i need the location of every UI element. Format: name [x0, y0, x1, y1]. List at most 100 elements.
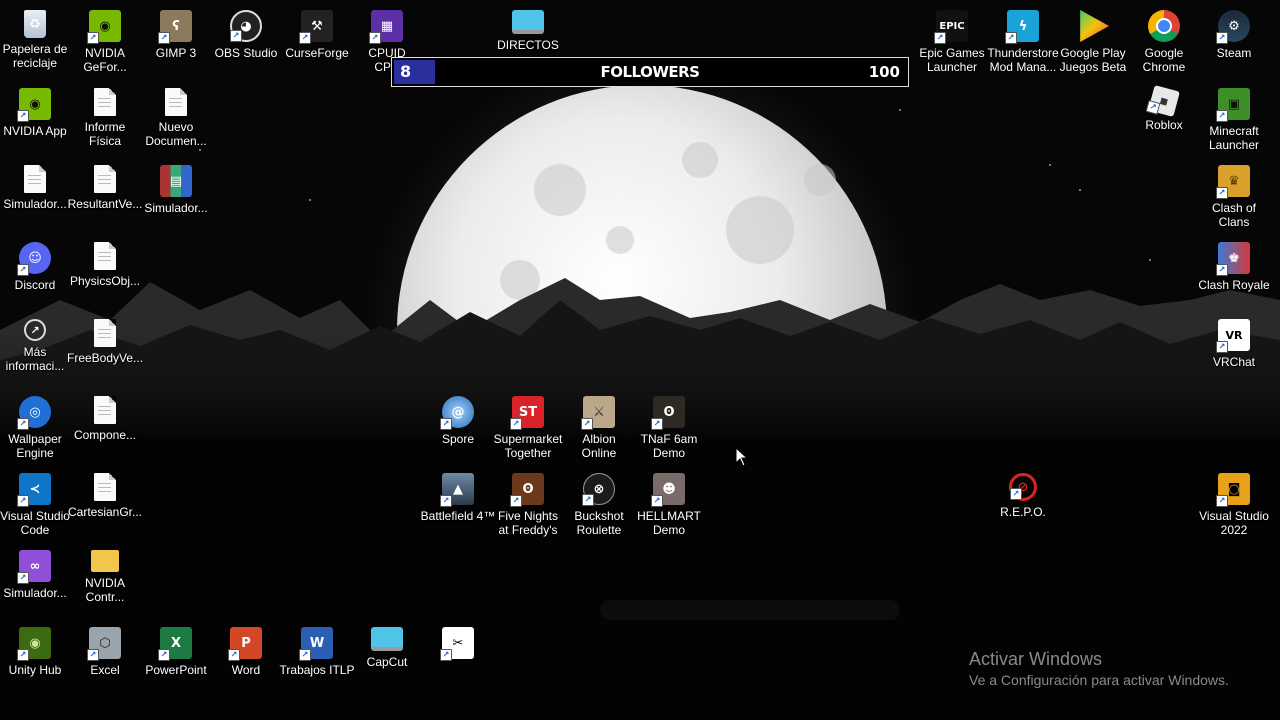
desktop-icon-label: FreeBodyVe... — [67, 351, 143, 365]
followers-progress-bar: 8 FOLLOWERS 100 — [391, 57, 909, 87]
desktop-icon-label: CurseForge — [285, 46, 349, 60]
desktop-icon-label: VRChat — [1212, 355, 1256, 369]
desktop-icon-label: Simulador... — [144, 201, 208, 215]
desktop-icon-discord[interactable]: ☺ ↗ Discord — [0, 238, 70, 314]
desktop-icon-buckshot[interactable]: ⊗ ↗ Buckshot Roulette — [564, 469, 634, 545]
gimp-icon: ʕ ↗ — [158, 10, 192, 44]
desktop-icon-label: CartesianGr... — [67, 505, 143, 519]
cpuid-icon: ▦ ↗ — [369, 10, 403, 44]
desktop-icon-unity-hub[interactable]: ⬡ ↗ Excel — [70, 623, 140, 699]
desktop-icon-label: Steam — [1216, 46, 1252, 60]
folder-icon — [91, 550, 119, 572]
desktop-icon-gimp[interactable]: ʕ ↗ GIMP 3 — [141, 6, 211, 82]
desktop-icon-clash-royale[interactable]: ♚ ↗ Clash Royale — [1198, 238, 1270, 314]
desktop-icon-label: PhysicsObj... — [69, 274, 141, 288]
hellmart-icon: ☻ ↗ — [651, 473, 685, 507]
desktop-icon-cartesiangr[interactable]: CartesianGr... — [67, 469, 143, 545]
desktop-icon-physicsobj[interactable]: PhysicsObj... — [70, 238, 140, 314]
desktop-icon-thunderstore[interactable]: ϟ ↗ Thunderstore Mod Mana... — [987, 6, 1059, 82]
desktop-icon-battlefield[interactable]: ▲ ↗ Battlefield 4™ — [420, 469, 496, 545]
desktop-icon-resultantve[interactable]: ResultantVe... — [68, 161, 142, 237]
desktop-icon-label: Thunderstore Mod Mana... — [987, 46, 1059, 74]
desktop-icon-fh[interactable]: ⊘ ↗ R.E.P.O. — [988, 469, 1058, 545]
desktop-icon-hellmart[interactable]: ☻ ↗ HELLMART Demo — [634, 469, 704, 545]
desktop-icon-simulador-1[interactable]: Simulador... — [0, 161, 70, 237]
nvidia-icon: ◉ ↗ — [17, 627, 51, 661]
desktop-icon-compone[interactable]: Compone... — [70, 392, 140, 468]
desktop-icon-obs[interactable]: ◕ ↗ OBS Studio — [211, 6, 281, 82]
desktop-icon-powerpoint[interactable]: P ↗ Word — [211, 623, 281, 699]
desktop-icon-spore[interactable]: @ ↗ Spore — [423, 392, 493, 468]
desktop-icon-clash-of-clans[interactable]: ♛ ↗ Clash of Clans — [1199, 161, 1269, 237]
discord-icon: ☺ ↗ — [17, 242, 51, 276]
desktop-icon-recycle-bin[interactable]: ♻ Papelera de reciclaje — [0, 6, 70, 82]
desktop-icon-wallpaper-engine[interactable]: ◎ ↗ Wallpaper Engine — [0, 392, 70, 468]
desktop-icon-tnaf[interactable]: ʘ ↗ TNaF 6am Demo — [634, 392, 704, 468]
desktop-icon-label: Excel — [90, 663, 120, 677]
desktop-icon-label: NVIDIA App — [3, 124, 67, 138]
desktop-icon-label: Buckshot Roulette — [574, 509, 624, 537]
desktop-icon-trabajos-itlp[interactable]: CapCut — [352, 623, 422, 699]
nvidia-icon: ◉ ↗ — [17, 88, 51, 122]
desktop-icon-repo[interactable]: ◙ ↗ Visual Studio 2022 — [1199, 469, 1269, 545]
document-icon — [165, 88, 187, 116]
desktop-icon-informe-fisica[interactable]: Informe Física — [70, 84, 140, 160]
activate-windows-watermark: Activar Windows Ve a Configuración para … — [969, 648, 1229, 689]
desktop-icon-nuevo-documento[interactable]: Nuevo Documen... — [141, 84, 211, 160]
desktop-icon-capcut[interactable]: ✂ ↗ — [423, 623, 493, 699]
powerpoint-icon: P ↗ — [228, 627, 262, 661]
desktop-icon-freebodyve[interactable]: FreeBodyVe... — [67, 315, 143, 391]
document-icon — [24, 165, 46, 193]
desktop-icon-label: PowerPoint — [145, 663, 207, 677]
desktop-icon-label: Clash Royale — [1198, 278, 1270, 292]
document-icon — [94, 319, 116, 347]
epic-games-icon: EPIC ↗ — [934, 10, 968, 44]
followers-title: FOLLOWERS — [600, 63, 700, 81]
tnaf-icon: ʘ ↗ — [651, 396, 685, 430]
desktop-icon-visual-studio-2022[interactable]: ∞ ↗ Simulador... — [0, 546, 70, 622]
desktop-icon-roblox[interactable]: ▪ ↗ Roblox — [1129, 84, 1199, 160]
activate-windows-title: Activar Windows — [969, 649, 1103, 669]
desktop-icon-label: Battlefield 4™ — [420, 509, 496, 523]
vrchat-icon: VR ↗ — [1216, 319, 1250, 353]
desktop-icon-epic-games[interactable]: EPIC ↗ Epic Games Launcher — [917, 6, 987, 82]
desktop-icon-albion[interactable]: ⚔ ↗ Albion Online — [564, 392, 634, 468]
desktop-icon-label: Google Chrome — [1142, 46, 1186, 74]
battlefield-icon: ▲ ↗ — [440, 473, 474, 507]
desktop-icon-word[interactable]: W ↗ Trabajos ITLP — [279, 623, 355, 699]
desktop-icon-label: Unity Hub — [8, 663, 62, 677]
spore-icon: @ ↗ — [440, 396, 474, 430]
desktop-icon-nvidia-app[interactable]: ◉ ↗ NVIDIA App — [0, 84, 70, 160]
desktop-icon-label: Nuevo Documen... — [145, 120, 207, 148]
desktop-icon-label: R.E.P.O. — [1000, 505, 1046, 519]
desktop-icon-vrchat[interactable]: VR ↗ VRChat — [1199, 315, 1269, 391]
desktop-icon-curseforge[interactable]: ⚒ ↗ CurseForge — [282, 6, 352, 82]
desktop-icon-chrome[interactable]: Google Chrome — [1129, 6, 1199, 82]
desktop-icon-excel[interactable]: X ↗ PowerPoint — [141, 623, 211, 699]
desktop-icon-google-play[interactable]: Google Play Juegos Beta — [1058, 6, 1128, 82]
document-icon — [94, 396, 116, 424]
desktop-icon-supermarket-together[interactable]: ST ↗ Supermarket Together — [493, 392, 563, 468]
buckshot-icon: ⊗ ↗ — [582, 473, 615, 506]
desktop-icon-label: Más informaci... — [5, 345, 65, 373]
recycle-bin-icon: ♻ — [24, 10, 46, 38]
desktop-icon-label: Epic Games Launcher — [919, 46, 985, 74]
desktop-icon-nvidia-control[interactable]: ◉ ↗ Unity Hub — [0, 623, 70, 699]
document-icon — [94, 88, 116, 116]
desktop-icon-minecraft[interactable]: ▣ ↗ Minecraft Launcher — [1199, 84, 1269, 160]
desktop-icon-fnaf[interactable]: ʘ ↗ Five Nights at Freddy's — [493, 469, 563, 545]
fnaf-icon: ʘ ↗ — [510, 473, 544, 507]
desktop-icon-label: Supermarket Together — [493, 432, 563, 460]
mouse-cursor-icon — [735, 447, 749, 467]
desktop-icon-label: Trabajos ITLP — [279, 663, 355, 677]
desktop-icon-label: Word — [231, 663, 261, 677]
desktop-icon-mas-informacion[interactable]: ↗ Más informaci... — [0, 315, 70, 391]
desktop-icon-simulador-folder[interactable]: NVIDIA Contr... — [70, 546, 140, 622]
desktop-icon-vscode[interactable]: ≺ ↗ Visual Studio Code — [0, 469, 70, 545]
desktop-icon-simulador-rar[interactable]: ▤ Simulador... — [141, 161, 211, 237]
desktop-icon-steam[interactable]: ⚙ ↗ Steam — [1199, 6, 1269, 82]
desktop-icon-nvidia-geforce[interactable]: ◉ ↗ NVIDIA GeFor... — [70, 6, 140, 82]
desktop-icon-label: Papelera de reciclaje — [2, 42, 68, 70]
desktop-icon-label: Roblox — [1145, 118, 1183, 132]
desktop-icon-label: Visual Studio Code — [0, 509, 70, 537]
